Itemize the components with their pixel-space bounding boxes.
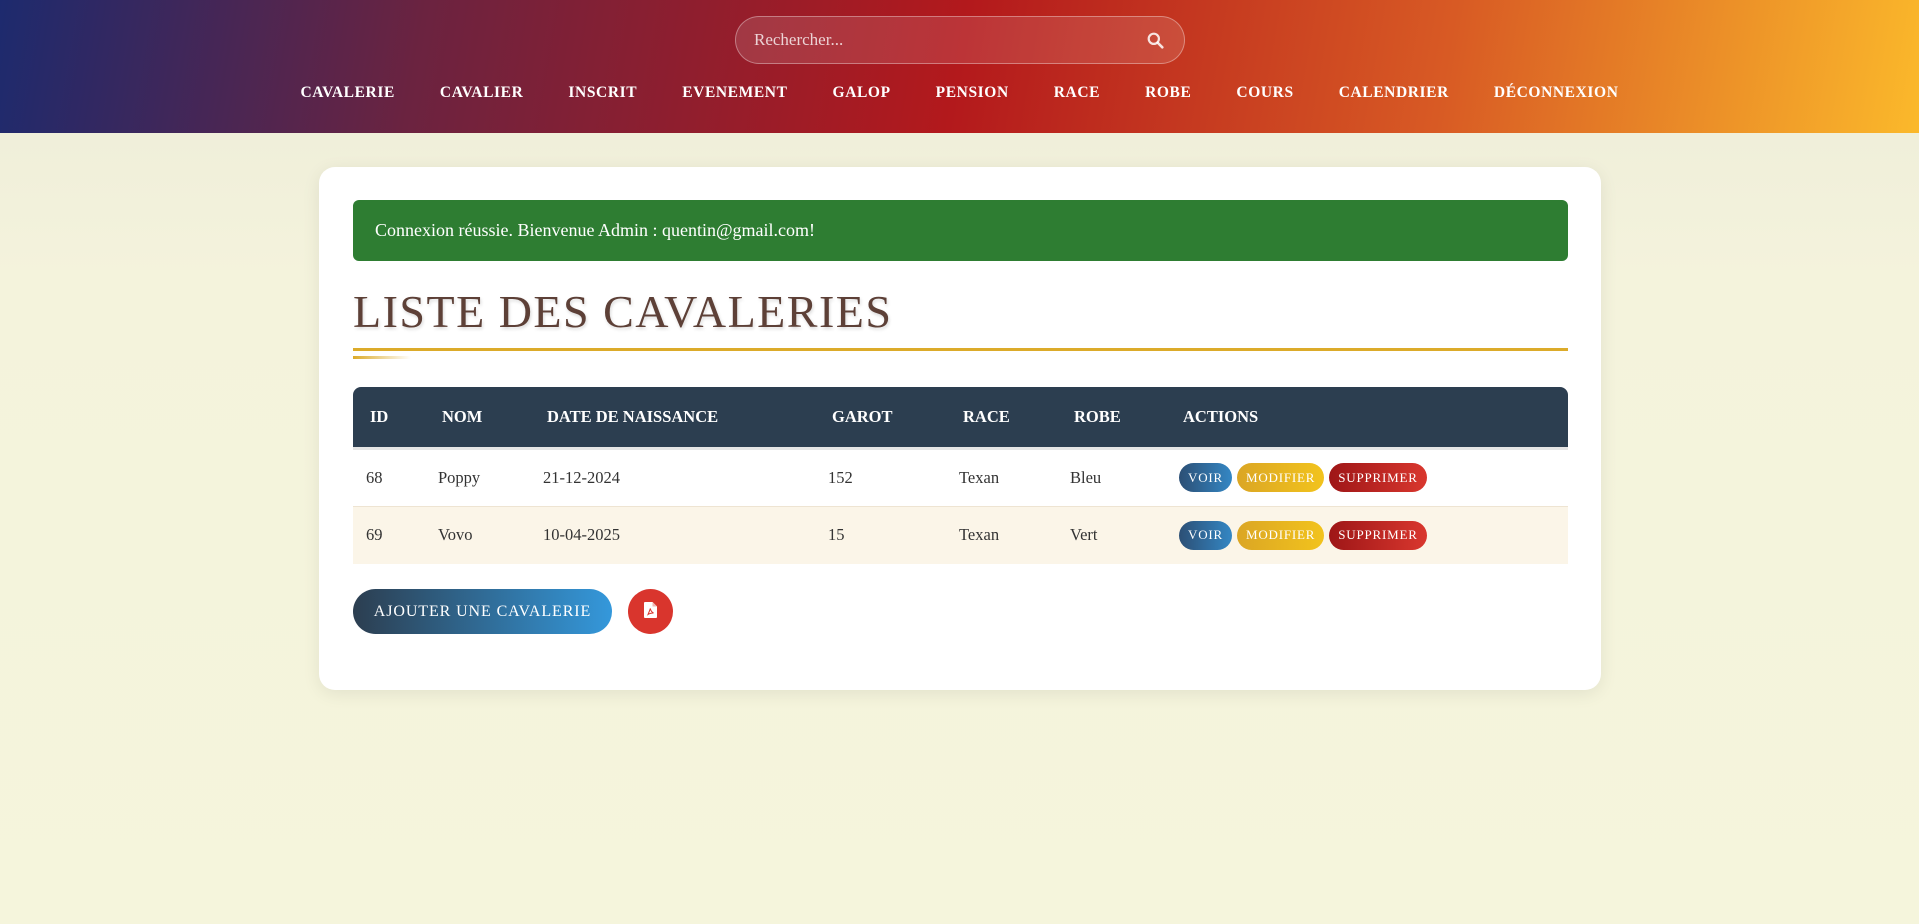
nav-cours[interactable]: COURS xyxy=(1214,80,1316,106)
add-cavalerie-button[interactable]: AJOUTER UNE CAVALERIE xyxy=(353,589,612,634)
alert-text: Connexion réussie. Bienvenue Admin : que… xyxy=(375,220,816,240)
cell-date: 10-04-2025 xyxy=(543,525,620,545)
table-header-row: ID NOM DATE DE NAISSANCE GAROT RACE ROBE… xyxy=(353,387,1568,450)
page-title: LISTE DES CAVALERIES xyxy=(353,286,893,337)
cell-actions: VOIR MODIFIER SUPPRIMER xyxy=(1166,448,1568,506)
nav-evenement[interactable]: EVENEMENT xyxy=(660,80,810,106)
table-row: 69 Vovo 10-04-2025 15 Texan Vert VOIR MO… xyxy=(353,506,1568,564)
nav-cavalerie[interactable]: CAVALERIE xyxy=(278,80,417,106)
col-header-robe: ROBE xyxy=(1057,387,1166,450)
cell-nom: Vovo xyxy=(438,525,473,545)
title-accent-line xyxy=(353,356,411,359)
top-header: CAVALERIE CAVALIER INSCRIT EVENEMENT GAL… xyxy=(0,0,1919,133)
nav-deconnexion[interactable]: DÉCONNEXION xyxy=(1471,80,1641,106)
nav-pension[interactable]: PENSION xyxy=(913,80,1031,106)
search-icon[interactable] xyxy=(1144,29,1166,51)
col-header-race: RACE xyxy=(946,387,1057,450)
export-pdf-button[interactable] xyxy=(628,589,673,634)
cavalerie-table: ID NOM DATE DE NAISSANCE GAROT RACE ROBE… xyxy=(353,387,1568,564)
content-card: Connexion réussie. Bienvenue Admin : que… xyxy=(319,167,1601,690)
nav-calendrier[interactable]: CALENDRIER xyxy=(1316,80,1471,106)
voir-button[interactable]: VOIR xyxy=(1179,520,1232,550)
search-bar xyxy=(735,16,1185,64)
cell-id: 68 xyxy=(366,467,383,487)
pdf-file-icon xyxy=(644,602,657,621)
nav-inscrit[interactable]: INSCRIT xyxy=(546,80,660,106)
voir-button[interactable]: VOIR xyxy=(1179,463,1232,492)
success-alert: Connexion réussie. Bienvenue Admin : que… xyxy=(353,200,1568,261)
cell-garot: 152 xyxy=(828,467,853,487)
cell-nom: Poppy xyxy=(438,467,481,487)
nav-galop[interactable]: GALOP xyxy=(810,80,913,106)
cell-garot: 15 xyxy=(828,525,845,545)
cell-race: Texan xyxy=(959,525,1000,545)
cell-race: Texan xyxy=(959,467,1000,487)
col-header-date: DATE DE NAISSANCE xyxy=(530,387,815,450)
main-nav: CAVALERIE CAVALIER INSCRIT EVENEMENT GAL… xyxy=(0,80,1919,106)
search-input[interactable] xyxy=(754,30,1144,50)
cell-robe: Bleu xyxy=(1070,467,1102,487)
supprimer-button[interactable]: SUPPRIMER xyxy=(1329,520,1427,550)
col-header-nom: NOM xyxy=(425,387,530,450)
nav-cavalier[interactable]: CAVALIER xyxy=(417,80,545,106)
cell-robe: Vert xyxy=(1070,525,1098,545)
modifier-button[interactable]: MODIFIER xyxy=(1236,463,1325,492)
supprimer-button[interactable]: SUPPRIMER xyxy=(1329,463,1427,492)
cell-actions: VOIR MODIFIER SUPPRIMER xyxy=(1166,506,1568,564)
modifier-button[interactable]: MODIFIER xyxy=(1236,520,1325,550)
col-header-garot: GAROT xyxy=(815,387,946,450)
table-row: 68 Poppy 21-12-2024 152 Texan Bleu VOIR … xyxy=(353,448,1568,506)
nav-race[interactable]: RACE xyxy=(1031,80,1122,106)
nav-robe[interactable]: ROBE xyxy=(1123,80,1214,106)
cell-id: 69 xyxy=(366,525,383,545)
col-header-id: ID xyxy=(353,387,425,450)
col-header-actions: ACTIONS xyxy=(1166,387,1568,450)
title-divider xyxy=(353,348,1568,351)
cell-date: 21-12-2024 xyxy=(543,467,620,487)
